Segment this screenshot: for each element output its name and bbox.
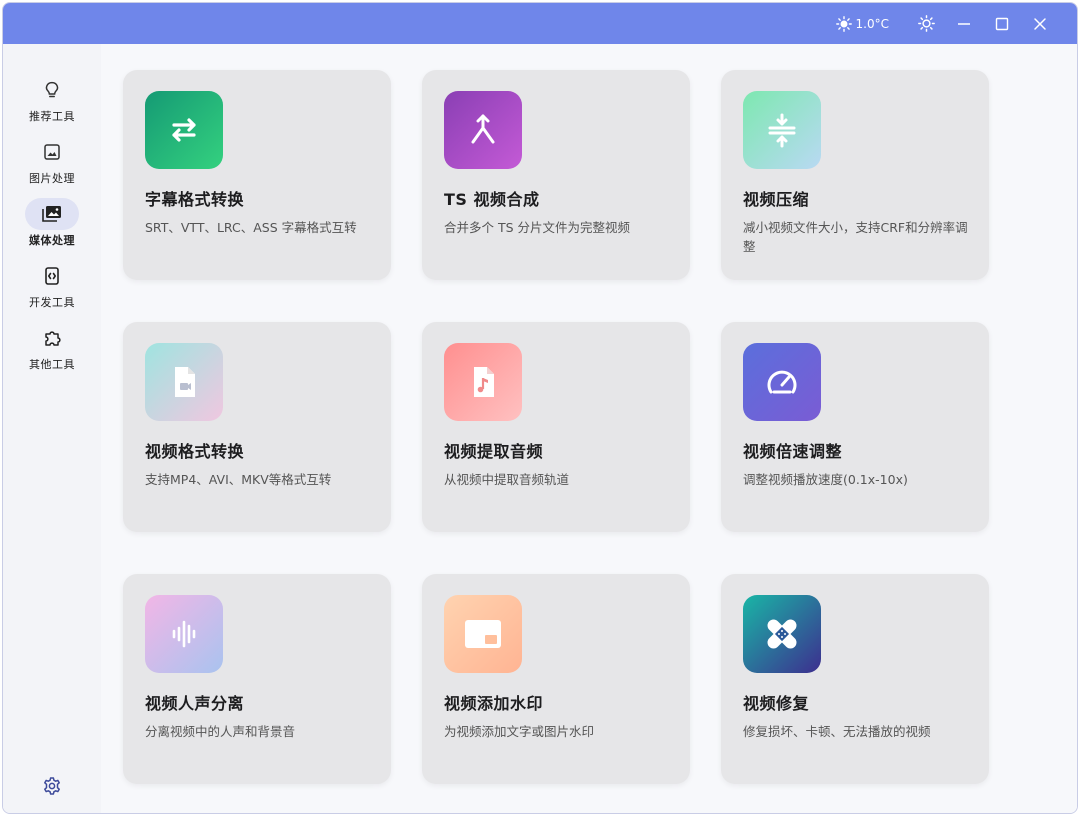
nav-icon-container — [25, 198, 79, 230]
gear-icon — [44, 777, 60, 795]
image-icon — [44, 144, 60, 160]
card-title: 视频修复 — [743, 694, 810, 713]
card-description: 从视频中提取音频轨道 — [444, 472, 570, 487]
sun-icon — [835, 15, 852, 32]
compress-icon — [768, 113, 796, 148]
app-window: 1.0°C 推荐工具 图片处理 媒体处理 开发工具 其他工具 字幕格式转换 SR… — [2, 2, 1078, 814]
card-description: 合并多个 TS 分片文件为完整视频 — [444, 220, 631, 235]
audio-file-icon — [474, 367, 494, 397]
weather-widget[interactable]: 1.0°C — [835, 15, 889, 32]
card-icon-tile — [145, 91, 223, 169]
nav-icon-container — [25, 74, 79, 106]
close-button[interactable] — [1021, 3, 1059, 44]
sidebar-item-label: 图片处理 — [29, 172, 75, 185]
lightbulb-icon — [45, 81, 59, 98]
watermark-icon — [465, 620, 501, 648]
sidebar-item-dev[interactable]: 开发工具 — [3, 260, 101, 318]
maximize-icon — [995, 17, 1009, 30]
tool-card-watermark[interactable]: 视频添加水印 为视频添加文字或图片水印 — [422, 574, 690, 784]
card-description: 修复损坏、卡顿、无法播放的视频 — [743, 724, 931, 739]
dev-code-icon — [45, 267, 59, 285]
card-title: 视频提取音频 — [444, 442, 544, 461]
puzzle-icon — [45, 331, 61, 346]
settings-button[interactable] — [39, 773, 65, 799]
maximize-button[interactable] — [983, 3, 1021, 44]
card-title: 视频人声分离 — [145, 694, 245, 713]
card-description: 为视频添加文字或图片水印 — [444, 724, 595, 739]
sidebar-item-recommended[interactable]: 推荐工具 — [3, 74, 101, 132]
card-title: 视频格式转换 — [145, 442, 245, 461]
card-description: 减小视频文件大小，支持CRF和分辨率调整 — [743, 220, 968, 254]
sidebar-item-label: 媒体处理 — [29, 234, 75, 247]
card-description: 支持MP4、AVI、MKV等格式互转 — [145, 472, 332, 487]
brightness-icon — [917, 15, 935, 32]
sidebar-item-label: 其他工具 — [29, 358, 75, 371]
card-icon-tile — [444, 91, 522, 169]
nav-icon-container — [25, 260, 79, 292]
tool-card-video-speed[interactable]: 视频倍速调整 调整视频播放速度(0.1x-10x) — [721, 322, 989, 532]
sidebar-item-media[interactable]: 媒体处理 — [3, 198, 101, 256]
minimize-button[interactable] — [945, 3, 983, 44]
tool-card-video-compress[interactable]: 视频压缩 减小视频文件大小，支持CRF和分辨率调整 — [721, 70, 989, 280]
sidebar: 推荐工具 图片处理 媒体处理 开发工具 其他工具 — [3, 44, 101, 813]
card-description: 调整视频播放速度(0.1x-10x) — [743, 472, 908, 487]
card-icon-tile — [145, 595, 223, 673]
sidebar-item-other[interactable]: 其他工具 — [3, 322, 101, 380]
tool-card-video-repair[interactable]: 视频修复 修复损坏、卡顿、无法播放的视频 — [721, 574, 989, 784]
title-bar: 1.0°C — [3, 3, 1077, 44]
card-icon-tile — [444, 343, 522, 421]
tool-grid: 字幕格式转换 SRT、VTT、LRC、ASS 字幕格式互转 TS 视频合成 合并… — [101, 44, 1077, 813]
nav-icon-container — [25, 136, 79, 168]
theme-toggle-button[interactable] — [907, 3, 945, 44]
card-icon-tile — [743, 595, 821, 673]
voice-wave-icon — [172, 620, 196, 648]
minimize-icon — [958, 22, 970, 25]
card-description: 分离视频中的人声和背景音 — [145, 724, 296, 739]
tool-card-voice-separation[interactable]: 视频人声分离 分离视频中的人声和背景音 — [123, 574, 391, 784]
tool-card-video-format-convert[interactable]: 视频格式转换 支持MP4、AVI、MKV等格式互转 — [123, 322, 391, 532]
video-file-icon — [175, 367, 195, 397]
media-library-icon — [42, 206, 61, 222]
close-icon — [1034, 17, 1046, 30]
bandage-icon — [767, 619, 797, 649]
card-title: TS 视频合成 — [444, 190, 540, 209]
card-title: 字幕格式转换 — [145, 190, 245, 209]
sidebar-item-label: 推荐工具 — [29, 110, 75, 123]
card-icon-tile — [743, 91, 821, 169]
card-icon-tile — [444, 595, 522, 673]
sidebar-item-label: 开发工具 — [29, 296, 75, 309]
nav-icon-container — [25, 322, 79, 354]
merge-icon — [471, 114, 495, 144]
card-title: 视频倍速调整 — [743, 442, 843, 461]
card-title: 视频压缩 — [743, 190, 810, 209]
card-description: SRT、VTT、LRC、ASS 字幕格式互转 — [145, 220, 357, 235]
card-icon-tile — [145, 343, 223, 421]
swap-arrows-icon — [172, 118, 196, 142]
card-icon-tile — [743, 343, 821, 421]
tool-card-ts-merge[interactable]: TS 视频合成 合并多个 TS 分片文件为完整视频 — [422, 70, 690, 280]
card-title: 视频添加水印 — [444, 694, 544, 713]
speedometer-icon — [767, 370, 797, 394]
tool-card-extract-audio[interactable]: 视频提取音频 从视频中提取音频轨道 — [422, 322, 690, 532]
weather-temperature: 1.0°C — [855, 16, 889, 31]
sidebar-item-image[interactable]: 图片处理 — [3, 136, 101, 194]
tool-card-subtitle-convert[interactable]: 字幕格式转换 SRT、VTT、LRC、ASS 字幕格式互转 — [123, 70, 391, 280]
